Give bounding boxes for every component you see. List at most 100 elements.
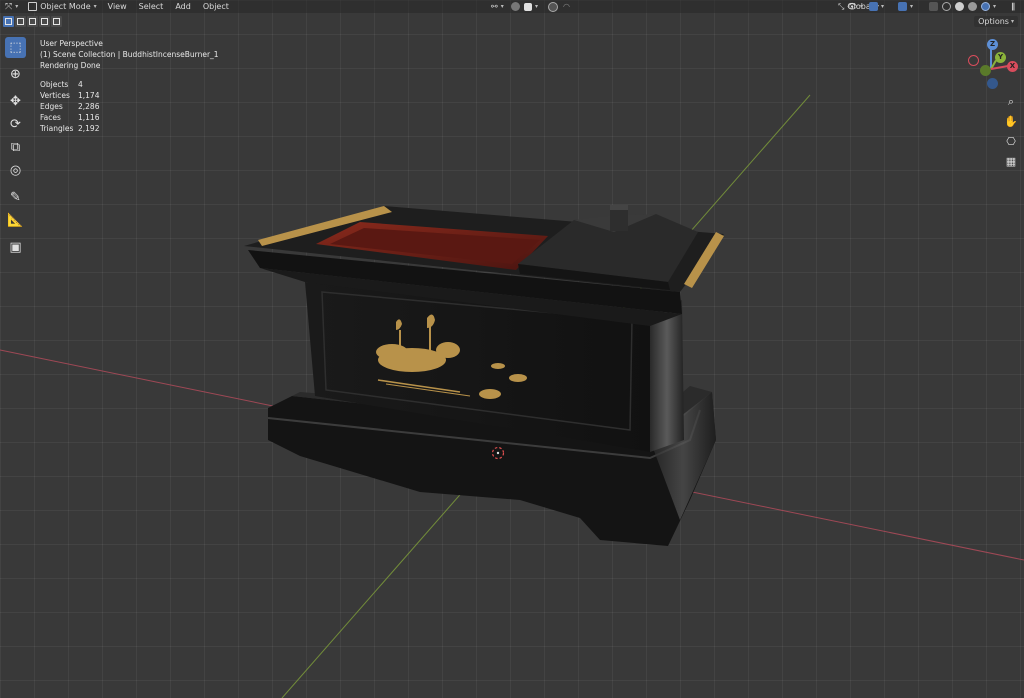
stat-value: 2,192	[78, 124, 100, 134]
grid-icon: ▦	[1005, 155, 1017, 168]
camera-icon: ⎔	[1006, 135, 1016, 148]
3d-cursor-icon[interactable]	[491, 446, 505, 460]
hand-icon: ✋	[1004, 115, 1018, 128]
select-intersect-button[interactable]	[51, 16, 62, 27]
view-name: User Perspective	[40, 39, 103, 48]
navigation-gizmo[interactable]: Z Y X	[966, 38, 1020, 92]
sidebar-toggle[interactable]: ∥	[1006, 0, 1020, 13]
gizmo-x-label: X	[1009, 62, 1016, 70]
chevron-down-icon: ▾	[535, 3, 539, 10]
gizmo-y-button[interactable]: Y	[995, 52, 1006, 63]
scale-icon: ⧉	[10, 140, 21, 155]
rotate-tool[interactable]: ⟳	[5, 114, 26, 135]
viewport-header: ⤧ ▾ Object Mode ▾ View Select Add Object …	[0, 0, 1024, 13]
zoom-icon: ⌕	[1007, 94, 1015, 108]
stat-label: Triangles	[40, 124, 74, 134]
add-cube-icon: ▣	[9, 240, 22, 255]
menu-select[interactable]: Select	[133, 0, 170, 13]
chevron-down-icon: ▾	[500, 3, 504, 10]
stat-value: 1,174	[78, 90, 100, 100]
mode-dropdown[interactable]: Object Mode ▾	[23, 0, 101, 13]
gizmo-z-button[interactable]: Z	[987, 39, 998, 50]
select-mode-buttons	[3, 16, 62, 27]
stat-row: Vertices 1,174	[40, 90, 219, 101]
stat-label: Objects	[40, 79, 69, 89]
overlays-toggle[interactable]: ▾	[893, 0, 918, 13]
stat-row: Edges 2,286	[40, 101, 219, 112]
select-invert-icon	[41, 18, 48, 25]
select-extend-icon	[17, 18, 24, 25]
stat-value: 1,116	[78, 113, 100, 123]
perspective-toggle-button[interactable]: ▦	[1002, 154, 1020, 169]
proportional-falloff-dropdown[interactable]: ◠	[558, 0, 575, 13]
gizmo-neg-y-button[interactable]	[980, 65, 991, 76]
move-tool[interactable]: ✥	[5, 91, 26, 112]
chevron-down-icon: ▾	[881, 3, 885, 10]
pivot-icon: ⚯	[491, 2, 498, 11]
pan-button[interactable]: ✋	[1002, 114, 1020, 129]
stat-row: Objects 4	[40, 79, 219, 90]
measure-icon: 📐	[7, 213, 24, 228]
menu-object[interactable]: Object	[197, 0, 235, 13]
zoom-button[interactable]: ⌕	[1002, 94, 1020, 109]
stat-row: Triangles 2,192	[40, 123, 219, 134]
gizmo-toggle[interactable]: ▾	[864, 0, 889, 13]
axes-icon: ⤧	[5, 1, 13, 12]
options-label: Options	[978, 17, 1009, 26]
measure-tool[interactable]: 📐	[5, 210, 26, 231]
eye-icon: 👁	[847, 2, 858, 11]
select-box-tool[interactable]: ⬚	[5, 37, 26, 58]
stat-label: Vertices	[40, 90, 70, 100]
shading-rendered[interactable]: ▾	[976, 0, 1001, 13]
snap-target-dropdown[interactable]: ▾	[519, 0, 543, 13]
add-cube-tool[interactable]: ▣	[5, 237, 26, 258]
chevron-down-icon: ▾	[910, 3, 914, 10]
options-dropdown[interactable]: Options ▾	[974, 16, 1018, 27]
stat-label: Edges	[40, 102, 63, 112]
gizmo-icon	[869, 2, 878, 11]
select-new-button[interactable]	[3, 16, 14, 27]
select-extend-button[interactable]	[15, 16, 26, 27]
transform-icon: ◎	[9, 163, 22, 178]
mode-label: Object Mode	[40, 2, 91, 11]
stat-value: 4	[78, 79, 83, 89]
stat-label: Faces	[40, 113, 61, 123]
viewport-info-overlay: User Perspective (1) Scene Collection | …	[40, 38, 219, 135]
collection-path: (1) Scene Collection | BuddhistIncenseBu…	[40, 50, 219, 60]
stat-row: Faces 1,116	[40, 112, 219, 123]
menu-add[interactable]: Add	[169, 0, 197, 13]
stat-value: 2,286	[78, 102, 100, 112]
gizmo-neg-z-button[interactable]	[987, 78, 998, 89]
select-intersect-icon	[53, 18, 60, 25]
select-new-icon	[5, 18, 12, 25]
select-box-icon: ⬚	[9, 40, 22, 55]
editor-type-button[interactable]: ⤧ ▾	[0, 0, 23, 13]
chevron-down-icon: ▾	[1010, 18, 1014, 25]
select-subtract-icon	[29, 18, 36, 25]
snap-target-icon	[524, 2, 532, 11]
menu-view[interactable]: View	[102, 0, 133, 13]
chevron-down-icon: ▾	[860, 3, 864, 10]
gizmo-x-button[interactable]: X	[1007, 61, 1018, 72]
gizmo-neg-x-button[interactable]	[968, 55, 979, 66]
transform-tool[interactable]: ◎	[5, 160, 26, 181]
object-mode-icon	[28, 2, 38, 11]
overlays-icon	[898, 2, 907, 11]
chevron-down-icon: ▾	[15, 3, 19, 10]
annotate-tool[interactable]: ✎	[5, 187, 26, 208]
navigation-tools: ⌕ ✋ ⎔ ▦	[1002, 94, 1020, 169]
gizmo-y-label: Y	[997, 53, 1004, 61]
move-icon: ✥	[10, 94, 21, 109]
pause-icon: ∥	[1011, 2, 1015, 11]
scale-tool[interactable]: ⧉	[5, 137, 26, 158]
proportional-edit-icon	[548, 1, 558, 12]
annotate-icon: ✎	[10, 190, 21, 205]
rendered-shading-icon	[981, 2, 990, 11]
chevron-down-icon: ▾	[93, 3, 97, 10]
camera-view-button[interactable]: ⎔	[1002, 134, 1020, 149]
chevron-down-icon: ▾	[993, 3, 997, 10]
cursor-tool[interactable]: ⊕	[5, 64, 26, 85]
select-subtract-button[interactable]	[27, 16, 38, 27]
select-invert-button[interactable]	[39, 16, 50, 27]
tool-shelf: ⬚ ⊕ ✥ ⟳ ⧉ ◎ ✎ 📐 ▣	[4, 37, 27, 260]
